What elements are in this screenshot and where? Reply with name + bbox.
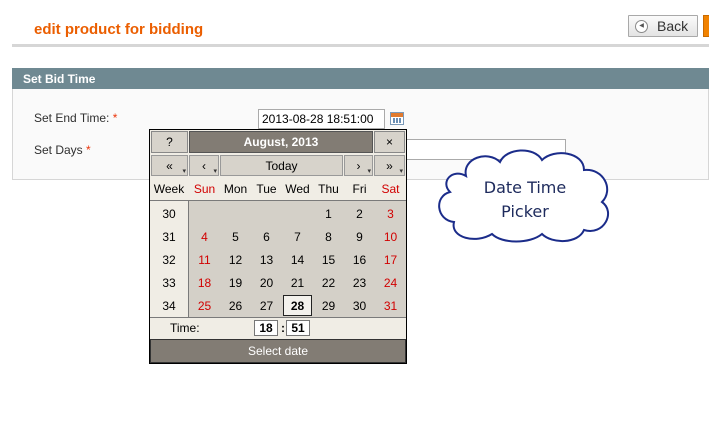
day-cell[interactable]: 31 bbox=[375, 294, 406, 317]
day-cell[interactable]: 20 bbox=[251, 271, 282, 294]
weekday-sat: Sat bbox=[381, 182, 400, 196]
minute-field[interactable]: 51 bbox=[286, 320, 310, 336]
week-number: 34 bbox=[162, 298, 176, 313]
today-button[interactable]: Today bbox=[220, 155, 343, 176]
day-cell[interactable]: 26 bbox=[220, 294, 251, 317]
day-cell[interactable]: 15 bbox=[313, 248, 344, 271]
day-cell[interactable]: 10 bbox=[375, 225, 406, 248]
day-cell[interactable]: 3 bbox=[375, 202, 406, 225]
day-cell[interactable]: 2 bbox=[344, 202, 375, 225]
prev-year-icon: « bbox=[166, 158, 173, 173]
required-mark: * bbox=[86, 143, 91, 157]
empty-day-cell bbox=[251, 202, 282, 225]
day-cell[interactable]: 28 bbox=[283, 295, 312, 316]
day-cell[interactable]: 30 bbox=[344, 294, 375, 317]
end-time-label: Set End Time: * bbox=[34, 111, 117, 125]
cloud-text-line-1: Date Time bbox=[483, 178, 567, 197]
day-cell[interactable]: 7 bbox=[282, 225, 313, 248]
end-time-label-text: Set End Time: bbox=[34, 111, 110, 125]
day-cell[interactable]: 6 bbox=[251, 225, 282, 248]
weekday-thu: Thu bbox=[318, 182, 339, 196]
week-number: 31 bbox=[162, 229, 176, 244]
prev-month-icon: ‹ bbox=[202, 158, 206, 173]
day-cell[interactable]: 29 bbox=[313, 294, 344, 317]
select-date-button[interactable]: Select date bbox=[150, 339, 406, 363]
weekday-tue: Tue bbox=[256, 182, 277, 196]
day-cell[interactable]: 23 bbox=[344, 271, 375, 294]
day-cell[interactable]: 21 bbox=[282, 271, 313, 294]
day-cell[interactable]: 17 bbox=[375, 248, 406, 271]
hour-field[interactable]: 18 bbox=[254, 320, 278, 336]
empty-day-cell bbox=[220, 202, 251, 225]
title-divider bbox=[12, 44, 709, 47]
day-cell[interactable]: 8 bbox=[313, 225, 344, 248]
day-cell[interactable]: 16 bbox=[344, 248, 375, 271]
day-cell[interactable]: 9 bbox=[344, 225, 375, 248]
day-cell[interactable]: 1 bbox=[313, 202, 344, 225]
day-cell[interactable]: 4 bbox=[189, 225, 220, 248]
empty-day-cell bbox=[189, 202, 220, 225]
empty-day-cell bbox=[282, 202, 313, 225]
calendar-icon[interactable] bbox=[390, 112, 404, 125]
day-cell[interactable]: 11 bbox=[189, 248, 220, 271]
day-cell[interactable]: 24 bbox=[375, 271, 406, 294]
day-cell[interactable]: 12 bbox=[220, 248, 251, 271]
day-cell[interactable]: 5 bbox=[220, 225, 251, 248]
weekday-wed: Wed bbox=[285, 182, 310, 196]
help-button[interactable]: ? bbox=[151, 131, 188, 153]
weekday-week: Week bbox=[153, 182, 185, 196]
close-icon[interactable]: × bbox=[374, 131, 405, 153]
month-title[interactable]: August, 2013 bbox=[189, 131, 373, 153]
day-cell[interactable]: 25 bbox=[189, 294, 220, 317]
week-number: 33 bbox=[162, 275, 176, 290]
week-number: 32 bbox=[162, 252, 176, 267]
week-number: 30 bbox=[162, 206, 176, 221]
day-cell[interactable]: 14 bbox=[282, 248, 313, 271]
time-label: Time: bbox=[170, 321, 200, 335]
back-button[interactable]: ◀ Back bbox=[628, 15, 698, 37]
time-separator: : bbox=[281, 321, 285, 335]
next-year-button[interactable]: » ▾ bbox=[374, 155, 405, 176]
prev-month-button[interactable]: ‹ ▾ bbox=[189, 155, 219, 176]
date-picker: ? August, 2013 × «▾ ‹ ▾ Today › ▾ » ▾ Week … bbox=[149, 129, 407, 364]
fieldset-header: Set Bid Time bbox=[12, 68, 709, 89]
day-cell[interactable]: 19 bbox=[220, 271, 251, 294]
day-cell[interactable]: 22 bbox=[313, 271, 344, 294]
back-arrow-icon: ◀ bbox=[635, 19, 648, 33]
day-cell[interactable]: 18 bbox=[189, 271, 220, 294]
weekday-fri: Fri bbox=[352, 182, 367, 196]
action-button-partial[interactable] bbox=[703, 15, 709, 37]
required-mark: * bbox=[112, 111, 118, 125]
days-label-text: Set Days bbox=[34, 143, 83, 157]
next-year-icon: » bbox=[386, 158, 393, 173]
weekday-mon: Mon bbox=[223, 182, 248, 196]
back-button-label: Back bbox=[657, 18, 689, 34]
prev-year-button[interactable]: «▾ bbox=[151, 155, 188, 176]
cloud-text: Date Time Picker bbox=[436, 176, 614, 224]
page-title: edit product for bidding bbox=[34, 21, 204, 38]
time-divider bbox=[150, 317, 406, 318]
day-cell[interactable]: 27 bbox=[251, 294, 282, 317]
day-cell[interactable]: 13 bbox=[251, 248, 282, 271]
weekday-sun: Sun bbox=[193, 182, 216, 196]
next-month-button[interactable]: › ▾ bbox=[344, 155, 373, 176]
next-month-icon: › bbox=[356, 158, 361, 173]
cloud-text-line-2: Picker bbox=[501, 202, 549, 221]
days-label: Set Days * bbox=[34, 143, 91, 157]
end-time-input[interactable]: 2013-08-28 18:51:00 bbox=[258, 109, 385, 129]
